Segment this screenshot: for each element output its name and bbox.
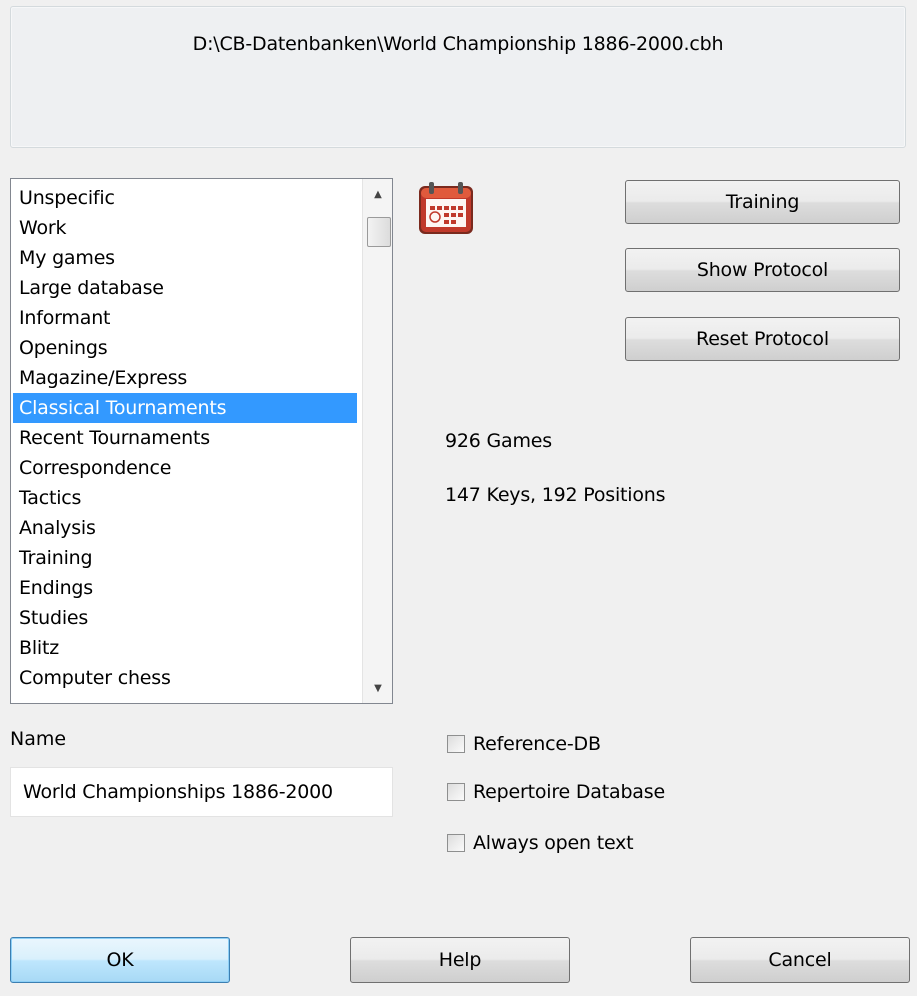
list-item[interactable]: Informant: [13, 303, 357, 333]
list-item[interactable]: Training: [13, 543, 357, 573]
repertoire-db-label: Repertoire Database: [473, 781, 665, 803]
list-item[interactable]: Unspecific: [13, 183, 357, 213]
list-item[interactable]: Correspondence: [13, 453, 357, 483]
list-item[interactable]: Studies: [13, 603, 357, 633]
reference-db-label: Reference-DB: [473, 733, 601, 755]
list-items: Unspecific Work My games Large database Info…: [13, 183, 357, 693]
reset-protocol-button[interactable]: Reset Protocol: [625, 317, 900, 361]
scroll-up-arrow-icon[interactable]: ▲: [363, 179, 392, 209]
always-open-text-checkbox-row[interactable]: Always open text: [447, 830, 634, 856]
list-item[interactable]: Endings: [13, 573, 357, 603]
repertoire-db-checkbox[interactable]: [447, 783, 465, 801]
reference-db-checkbox-row[interactable]: Reference-DB: [447, 731, 601, 757]
list-item[interactable]: Computer chess: [13, 663, 357, 693]
keys-positions-count: 147 Keys, 192 Positions: [445, 484, 666, 506]
always-open-text-label: Always open text: [473, 832, 634, 854]
list-item[interactable]: Analysis: [13, 513, 357, 543]
always-open-text-checkbox[interactable]: [447, 834, 465, 852]
list-item[interactable]: Blitz: [13, 633, 357, 663]
list-item[interactable]: Magazine/Express: [13, 363, 357, 393]
database-path: D:\CB-Datenbanken\World Championship 188…: [192, 33, 724, 55]
list-item[interactable]: My games: [13, 243, 357, 273]
list-item[interactable]: Classical Tournaments: [13, 393, 357, 423]
ok-button[interactable]: OK: [10, 937, 230, 983]
list-item[interactable]: Tactics: [13, 483, 357, 513]
scroll-down-arrow-icon[interactable]: ▼: [363, 673, 392, 703]
scroll-thumb[interactable]: [367, 217, 391, 247]
reference-db-checkbox[interactable]: [447, 735, 465, 753]
list-item[interactable]: Large database: [13, 273, 357, 303]
name-label: Name: [10, 728, 67, 750]
training-button[interactable]: Training: [625, 180, 900, 224]
repertoire-db-checkbox-row[interactable]: Repertoire Database: [447, 779, 665, 805]
calendar-icon[interactable]: [417, 180, 475, 236]
database-path-panel: D:\CB-Datenbanken\World Championship 188…: [10, 6, 906, 148]
help-button[interactable]: Help: [350, 937, 570, 983]
list-item[interactable]: Work: [13, 213, 357, 243]
list-item[interactable]: Openings: [13, 333, 357, 363]
show-protocol-button[interactable]: Show Protocol: [625, 248, 900, 292]
name-field[interactable]: World Championships 1886-2000: [10, 767, 393, 817]
cancel-button[interactable]: Cancel: [690, 937, 910, 983]
games-count: 926 Games: [445, 430, 552, 452]
list-scrollbar[interactable]: ▲ ▼: [362, 179, 392, 703]
list-item[interactable]: Recent Tournaments: [13, 423, 357, 453]
database-type-list[interactable]: Unspecific Work My games Large database Info…: [10, 178, 393, 704]
